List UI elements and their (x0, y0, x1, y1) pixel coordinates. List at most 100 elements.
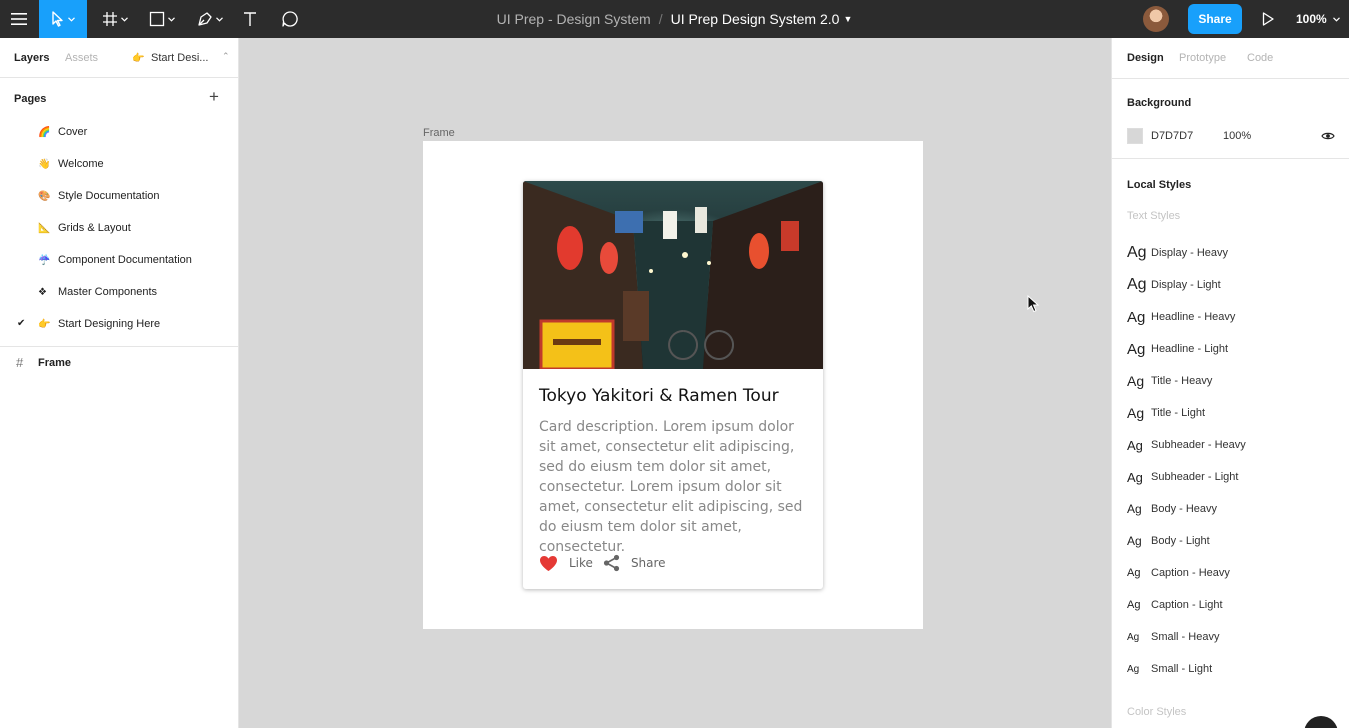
layer-item-frame[interactable]: # Frame (0, 347, 238, 379)
file-name[interactable]: UI Prep Design System 2.0 (671, 11, 840, 27)
text-styles-label: Text Styles (1127, 210, 1181, 222)
top-toolbar: UI Prep - Design System / UI Prep Design… (0, 0, 1349, 38)
text-style-item[interactable]: Ag Small - Heavy (1127, 621, 1219, 653)
project-name[interactable]: UI Prep - Design System (497, 11, 651, 27)
menu-icon (11, 13, 27, 25)
text-style-item[interactable]: Ag Body - Heavy (1127, 493, 1217, 525)
share-button[interactable]: Share (1188, 4, 1242, 34)
present-button[interactable] (1254, 0, 1282, 38)
current-page-switcher[interactable]: 👉 Start Desi... ⌃ (132, 51, 230, 64)
page-item[interactable]: 🌈 Cover (0, 116, 238, 148)
text-style-sample: Ag (1127, 502, 1142, 516)
text-style-item[interactable]: Ag Subheader - Light (1127, 461, 1238, 493)
text-style-sample: Ag (1127, 244, 1147, 261)
share-action-button[interactable]: Share (603, 554, 666, 572)
background-title: Background (1127, 97, 1192, 109)
frame-tool-button[interactable] (97, 0, 133, 38)
text-style-item[interactable]: Ag Caption - Heavy (1127, 557, 1230, 589)
tab-prototype[interactable]: Prototype (1179, 52, 1226, 64)
like-button[interactable]: Like (539, 555, 593, 572)
tour-card[interactable]: Tokyo Yakitori & Ramen Tour Card descrip… (523, 181, 823, 589)
pen-tool-button[interactable] (191, 0, 229, 38)
text-style-item[interactable]: Ag Headline - Heavy (1127, 301, 1235, 333)
text-style-sample: Ag (1127, 599, 1141, 611)
text-style-item[interactable]: Ag Display - Light (1127, 269, 1221, 301)
move-tool-button[interactable] (39, 0, 87, 38)
background-hex-field[interactable]: D7D7D7 (1151, 130, 1193, 142)
text-style-item[interactable]: Ag Title - Light (1127, 397, 1205, 429)
page-item[interactable]: ☔ Component Documentation (0, 244, 238, 276)
page-label: Welcome (58, 158, 104, 170)
menu-button[interactable] (0, 0, 38, 38)
chevron-down-icon[interactable]: ▼ (843, 14, 852, 24)
page-emoji-icon: 🌈 (38, 126, 51, 138)
mouse-cursor-icon (1027, 295, 1040, 313)
text-style-sample: Ag (1127, 534, 1142, 548)
rectangle-tool-icon (149, 11, 165, 27)
chevron-down-icon (1332, 16, 1340, 22)
add-page-icon[interactable]: + (206, 87, 222, 107)
frame-tool-icon (103, 12, 117, 26)
page-item[interactable]: 👋 Welcome (0, 148, 238, 180)
card-title: Tokyo Yakitori & Ramen Tour (539, 386, 779, 406)
text-style-item[interactable]: Ag Headline - Light (1127, 333, 1228, 365)
text-style-name: Small - Heavy (1151, 631, 1220, 643)
tab-code[interactable]: Code (1247, 52, 1273, 64)
page-label: Start Designing Here (58, 318, 161, 330)
shape-tool-button[interactable] (143, 0, 181, 38)
card-image (523, 181, 823, 369)
text-style-name: Title - Heavy (1151, 375, 1213, 387)
avatar[interactable] (1143, 6, 1169, 32)
text-style-sample: Ag (1127, 405, 1145, 421)
text-style-name: Caption - Heavy (1151, 567, 1230, 579)
text-style-item[interactable]: Ag Small - Light (1127, 653, 1212, 685)
chevron-down-icon (121, 16, 128, 22)
page-item[interactable]: 🎨 Style Documentation (0, 180, 238, 212)
text-style-item[interactable]: Ag Subheader - Heavy (1127, 429, 1246, 461)
text-style-name: Body - Light (1151, 535, 1210, 547)
tab-layers[interactable]: Layers (14, 52, 49, 64)
figma-app: UI Prep - Design System / UI Prep Design… (0, 0, 1349, 728)
tab-assets[interactable]: Assets (65, 52, 98, 64)
local-styles-title: Local Styles (1127, 179, 1192, 191)
background-opacity-field[interactable]: 100% (1223, 130, 1251, 142)
text-style-name: Subheader - Light (1151, 471, 1239, 483)
text-style-name: Small - Light (1151, 663, 1213, 675)
comment-tool-button[interactable] (278, 0, 302, 38)
page-emoji-icon: ❖ (38, 286, 47, 298)
page-label: Grids & Layout (58, 222, 131, 234)
zoom-dropdown[interactable]: 100% (1296, 0, 1340, 38)
chevron-down-icon (168, 16, 175, 22)
text-style-item[interactable]: Ag Body - Light (1127, 525, 1210, 557)
pages-list: 🌈 Cover 👋 Welcome 🎨 Style Documentation 📐 Grids… (0, 116, 238, 340)
text-style-item[interactable]: Ag Title - Heavy (1127, 365, 1212, 397)
text-style-sample: Ag (1127, 276, 1147, 293)
page-emoji-icon: ☔ (38, 254, 51, 266)
like-label: Like (569, 556, 593, 570)
page-item[interactable]: ✔ 👉 Start Designing Here (0, 308, 238, 340)
text-style-name: Title - Light (1151, 407, 1206, 419)
text-style-sample: Ag (1127, 567, 1141, 579)
text-style-sample: Ag (1127, 631, 1140, 643)
page-emoji-icon: 📐 (38, 222, 51, 234)
properties-panel: Design Prototype Code Background D7D7D7 … (1111, 38, 1349, 728)
page-emoji-icon: 🎨 (38, 190, 51, 202)
frame-label[interactable]: Frame (423, 127, 455, 139)
text-style-name: Display - Heavy (1151, 247, 1229, 259)
chevron-down-icon (68, 16, 75, 22)
zoom-level: 100% (1296, 12, 1327, 26)
right-panel-tabs: Design Prototype Code (1112, 38, 1349, 79)
canvas-frame[interactable]: Tokyo Yakitori & Ramen Tour Card descrip… (423, 141, 923, 629)
background-color-swatch[interactable] (1127, 128, 1143, 144)
text-style-sample: Ag (1127, 663, 1140, 675)
left-panel-tabs: Layers Assets 👉 Start Desi... ⌃ (0, 38, 238, 78)
pen-tool-icon (198, 12, 212, 26)
page-item[interactable]: 📐 Grids & Layout (0, 212, 238, 244)
tab-design[interactable]: Design (1127, 52, 1164, 64)
text-style-item[interactable]: Ag Display - Heavy (1127, 237, 1228, 269)
text-style-sample: Ag (1127, 373, 1145, 389)
page-item[interactable]: ❖ Master Components (0, 276, 238, 308)
text-tool-button[interactable] (238, 0, 262, 38)
eye-icon[interactable] (1321, 131, 1335, 141)
text-style-item[interactable]: Ag Caption - Light (1127, 589, 1223, 621)
